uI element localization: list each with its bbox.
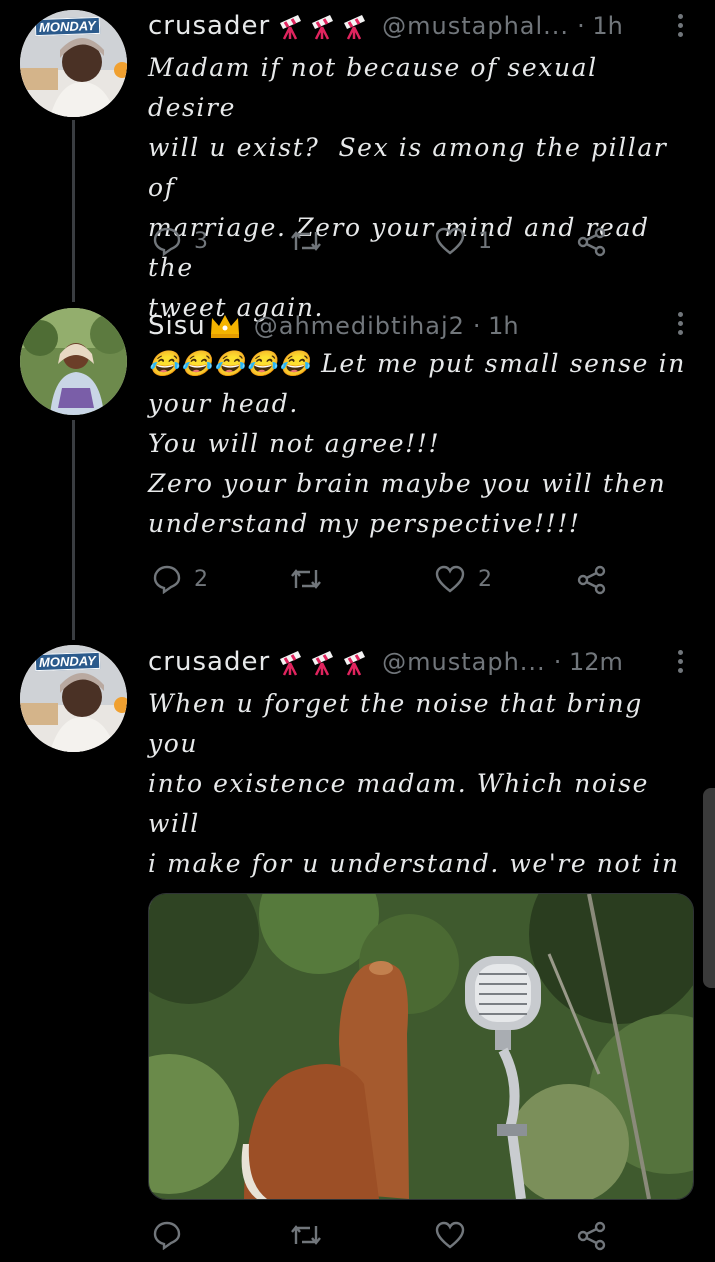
thread-line — [72, 420, 75, 640]
goat-with-microphone-image[interactable] — [148, 893, 694, 1200]
tweet-header: crusader @mustaphal... · 1h — [148, 9, 693, 43]
telescope-emoji — [312, 651, 334, 676]
thread-line — [72, 120, 75, 302]
share-button[interactable] — [576, 226, 608, 258]
action-bar — [148, 1216, 618, 1256]
name-emojis — [276, 11, 370, 41]
handle[interactable]: @ahmedibtihaj2 — [254, 312, 465, 340]
retweet-button[interactable] — [288, 226, 336, 256]
avatar[interactable]: MONDAY — [20, 10, 127, 117]
retweet-button[interactable] — [288, 1220, 336, 1250]
avatar[interactable] — [20, 308, 127, 415]
like-button[interactable]: 2 — [434, 564, 492, 594]
reply-button[interactable] — [152, 1220, 194, 1250]
like-icon — [435, 1221, 465, 1249]
retweet-icon — [291, 1225, 321, 1245]
display-name[interactable]: Sisu — [148, 311, 206, 341]
reply-icon — [153, 1221, 181, 1250]
avatar-badge: MONDAY — [34, 16, 101, 37]
reply-count: 2 — [194, 566, 208, 592]
share-button[interactable] — [576, 1220, 608, 1252]
telescope-emoji — [280, 651, 302, 676]
more-options-icon[interactable] — [675, 646, 685, 677]
display-name[interactable]: crusader — [148, 11, 270, 41]
retweet-icon — [291, 231, 321, 251]
telescope-emoji — [344, 15, 366, 40]
tweet-text: Madam if not because of sexual desire wi… — [148, 53, 668, 322]
telescope-emoji — [280, 15, 302, 40]
avatar-badge: MONDAY — [34, 651, 101, 672]
telescope-emoji — [312, 15, 334, 40]
timestamp: · 1h — [472, 312, 519, 340]
handle[interactable]: @mustaphal... — [382, 12, 569, 40]
scrollbar-handle[interactable] — [703, 788, 715, 988]
tweet-header: crusader @mustaph... · 12m — [148, 645, 693, 679]
share-icon — [577, 227, 606, 257]
like-count: 2 — [478, 566, 492, 592]
like-icon — [435, 227, 465, 255]
like-button[interactable] — [434, 1220, 478, 1250]
like-button[interactable]: 1 — [434, 226, 492, 256]
more-options-icon[interactable] — [675, 10, 685, 41]
like-count: 1 — [478, 228, 492, 254]
action-bar: 2 2 — [148, 560, 618, 600]
reply-button[interactable]: 2 — [152, 564, 208, 594]
timestamp: · 1h — [577, 12, 623, 40]
tweet-header: Sisu @ahmedibtihaj2 · 1h — [148, 309, 693, 343]
retweet-button[interactable] — [288, 564, 336, 594]
crown-emoji — [210, 315, 239, 338]
like-icon — [435, 565, 465, 593]
tweet-text: 😂😂😂😂😂 Let me put small sense in your hea… — [148, 349, 686, 538]
retweet-icon — [291, 569, 321, 589]
name-emojis — [208, 312, 242, 340]
reply-icon — [153, 227, 181, 256]
reply-count: 3 — [194, 228, 208, 254]
action-bar: 3 1 — [148, 222, 618, 262]
display-name[interactable]: crusader — [148, 647, 270, 677]
share-button[interactable] — [576, 564, 608, 596]
handle[interactable]: @mustaph... — [382, 648, 546, 676]
name-emojis — [276, 647, 370, 677]
telescope-emoji — [344, 651, 366, 676]
reply-icon — [153, 565, 181, 594]
share-icon — [577, 565, 606, 595]
avatar[interactable]: MONDAY — [20, 645, 127, 752]
share-icon — [577, 1221, 606, 1251]
timestamp: · 12m — [553, 648, 623, 676]
reply-button[interactable]: 3 — [152, 226, 208, 256]
more-options-icon[interactable] — [675, 308, 685, 339]
